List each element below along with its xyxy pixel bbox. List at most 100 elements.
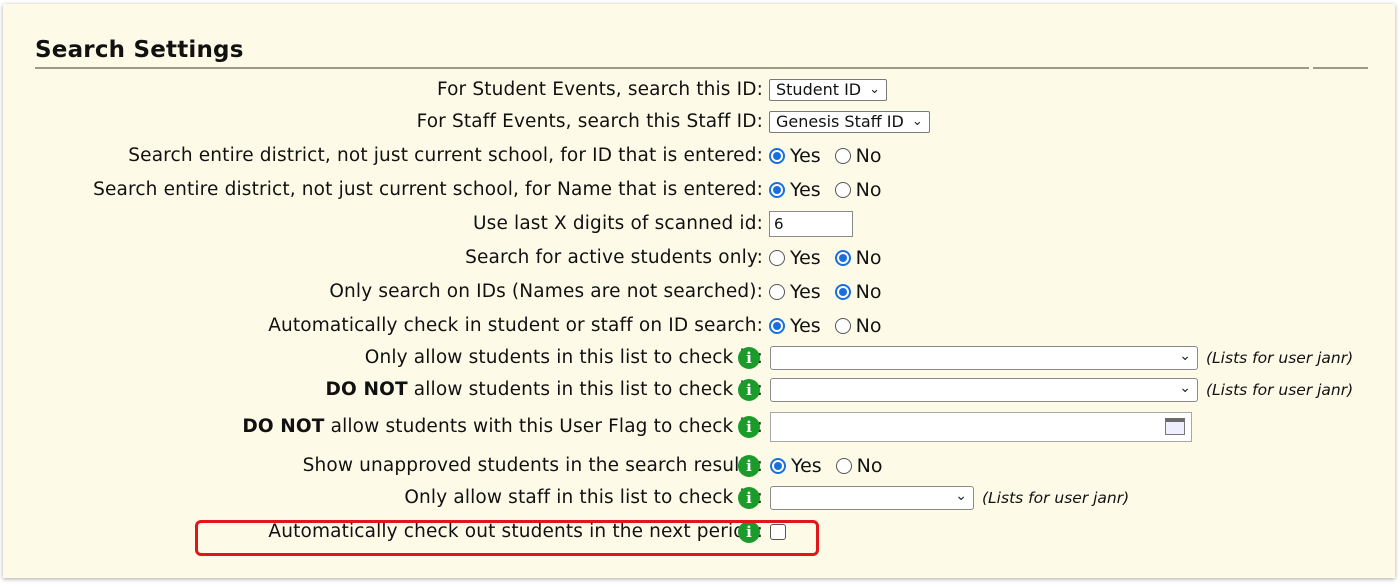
info-icon[interactable]: i: [738, 416, 760, 438]
auto-checkin-yes[interactable]: Yes: [769, 315, 821, 337]
ids-only-yes[interactable]: Yes: [769, 281, 821, 303]
row-district-name: Search entire district, not just current…: [3, 174, 1395, 206]
radio-no[interactable]: [834, 284, 851, 300]
deny-list-hint: (Lists for user janr): [1206, 381, 1354, 399]
staff-list-label: Only allow staff in this list to check i…: [404, 487, 763, 508]
radio-no-label: No: [855, 145, 882, 167]
allow-list-select[interactable]: ⌄: [770, 346, 1198, 370]
row-active-only: Search for active students only: Yes No: [3, 242, 1395, 274]
allow-list-label: Only allow students in this list to chec…: [364, 347, 763, 368]
deny-list-control: i ⌄ (Lists for user janr): [738, 374, 1353, 406]
radio-no[interactable]: [834, 318, 851, 334]
radio-no-label: No: [855, 179, 882, 201]
radio-no[interactable]: [835, 458, 852, 474]
deny-list-label-rest: allow students in this list to check in:: [407, 379, 763, 400]
active-only-no[interactable]: No: [834, 247, 882, 269]
deny-flag-label: DO NOT allow students with this User Fla…: [242, 411, 763, 443]
row-staff-list: Only allow staff in this list to check i…: [3, 482, 1395, 514]
ids-only-no[interactable]: No: [834, 281, 882, 303]
row-student-id: For Student Events, search this ID: Stud…: [3, 74, 1395, 106]
row-district-id: Search entire district, not just current…: [3, 140, 1395, 172]
unapproved-no[interactable]: No: [835, 455, 883, 477]
chevron-down-icon: ⌄: [1179, 380, 1191, 396]
title-divider-end: [1313, 67, 1368, 69]
district-name-yes[interactable]: Yes: [769, 179, 821, 201]
deny-flag-control: i: [738, 411, 1192, 443]
info-icon[interactable]: i: [738, 487, 760, 509]
radio-yes-label: Yes: [790, 179, 821, 201]
info-icon[interactable]: i: [738, 379, 760, 401]
district-id-no[interactable]: No: [834, 145, 882, 167]
radio-no[interactable]: [834, 182, 851, 198]
radio-yes[interactable]: [769, 284, 785, 300]
info-icon[interactable]: i: [738, 347, 760, 369]
radio-no-label: No: [855, 281, 882, 303]
allow-list-hint: (Lists for user janr): [1206, 349, 1354, 367]
student-id-select[interactable]: Student ID ⌄: [769, 79, 888, 101]
radio-yes[interactable]: [769, 182, 785, 198]
auto-checkin-no[interactable]: No: [834, 315, 882, 337]
deny-list-select[interactable]: ⌄: [770, 378, 1198, 402]
section-title: Search Settings: [35, 37, 244, 63]
info-icon[interactable]: i: [738, 455, 760, 477]
chevron-down-icon: ⌄: [911, 114, 923, 129]
auto-checkin-radios: Yes No: [769, 310, 896, 342]
unapproved-yes[interactable]: Yes: [770, 455, 822, 477]
deny-list-label: DO NOT allow students in this list to ch…: [325, 374, 763, 406]
unapproved-control: i Yes No: [738, 450, 897, 482]
radio-yes-label: Yes: [790, 247, 821, 269]
search-settings-panel: Search Settings For Student Events, sear…: [3, 4, 1395, 578]
district-id-label: Search entire district, not just current…: [128, 145, 763, 166]
staff-list-select[interactable]: ⌄: [770, 486, 974, 510]
ids-only-radios: Yes No: [769, 276, 896, 308]
deny-flag-label-rest: allow students with this User Flag to ch…: [324, 416, 763, 437]
district-name-radios: Yes No: [769, 174, 896, 206]
row-deny-flag: DO NOT allow students with this User Fla…: [3, 411, 1395, 443]
district-name-no[interactable]: No: [834, 179, 882, 201]
radio-yes[interactable]: [769, 318, 785, 334]
staff-id-control: Genesis Staff ID ⌄: [769, 106, 930, 138]
radio-yes[interactable]: [769, 148, 785, 164]
radio-no-label: No: [855, 247, 882, 269]
student-id-select-value: Student ID: [776, 80, 862, 99]
row-staff-id: For Staff Events, search this Staff ID: …: [3, 106, 1395, 138]
last-digits-label: Use last X digits of scanned id:: [472, 213, 763, 234]
radio-yes[interactable]: [770, 458, 786, 474]
chevron-down-icon: ⌄: [1179, 348, 1191, 364]
staff-list-hint: (Lists for user janr): [982, 489, 1130, 507]
radio-no[interactable]: [834, 250, 851, 266]
calendar-icon[interactable]: [1165, 418, 1185, 435]
user-flag-field[interactable]: [770, 412, 1192, 442]
deny-list-label-bold: DO NOT: [325, 379, 408, 400]
staff-list-control: i ⌄ (Lists for user janr): [738, 482, 1129, 514]
radio-no[interactable]: [834, 148, 851, 164]
staff-id-select[interactable]: Genesis Staff ID ⌄: [769, 111, 930, 133]
last-digits-input[interactable]: 6: [769, 211, 853, 237]
row-allow-list: Only allow students in this list to chec…: [3, 342, 1395, 374]
active-only-label: Search for active students only:: [465, 247, 763, 268]
student-id-control: Student ID ⌄: [769, 74, 888, 106]
district-id-yes[interactable]: Yes: [769, 145, 821, 167]
radio-yes[interactable]: [769, 250, 785, 266]
radio-no-label: No: [855, 315, 882, 337]
ids-only-label: Only search on IDs (Names are not search…: [329, 281, 763, 302]
highlight-box: [195, 520, 819, 556]
radio-yes-label: Yes: [790, 145, 821, 167]
radio-yes-label: Yes: [791, 455, 822, 477]
row-unapproved: Show unapproved students in the search r…: [3, 450, 1395, 482]
row-last-digits: Use last X digits of scanned id: 6: [3, 208, 1395, 240]
row-ids-only: Only search on IDs (Names are not search…: [3, 276, 1395, 308]
chevron-down-icon: ⌄: [869, 82, 881, 97]
chevron-down-icon: ⌄: [955, 488, 967, 504]
radio-yes-label: Yes: [790, 281, 821, 303]
district-name-label: Search entire district, not just current…: [93, 179, 763, 200]
allow-list-control: i ⌄ (Lists for user janr): [738, 342, 1353, 374]
active-only-radios: Yes No: [769, 242, 896, 274]
unapproved-label: Show unapproved students in the search r…: [302, 455, 763, 476]
staff-id-label: For Staff Events, search this Staff ID:: [416, 111, 763, 132]
row-deny-list: DO NOT allow students in this list to ch…: [3, 374, 1395, 406]
staff-id-select-value: Genesis Staff ID: [776, 112, 904, 131]
active-only-yes[interactable]: Yes: [769, 247, 821, 269]
student-id-label: For Student Events, search this ID:: [436, 79, 763, 100]
district-id-radios: Yes No: [769, 140, 896, 172]
